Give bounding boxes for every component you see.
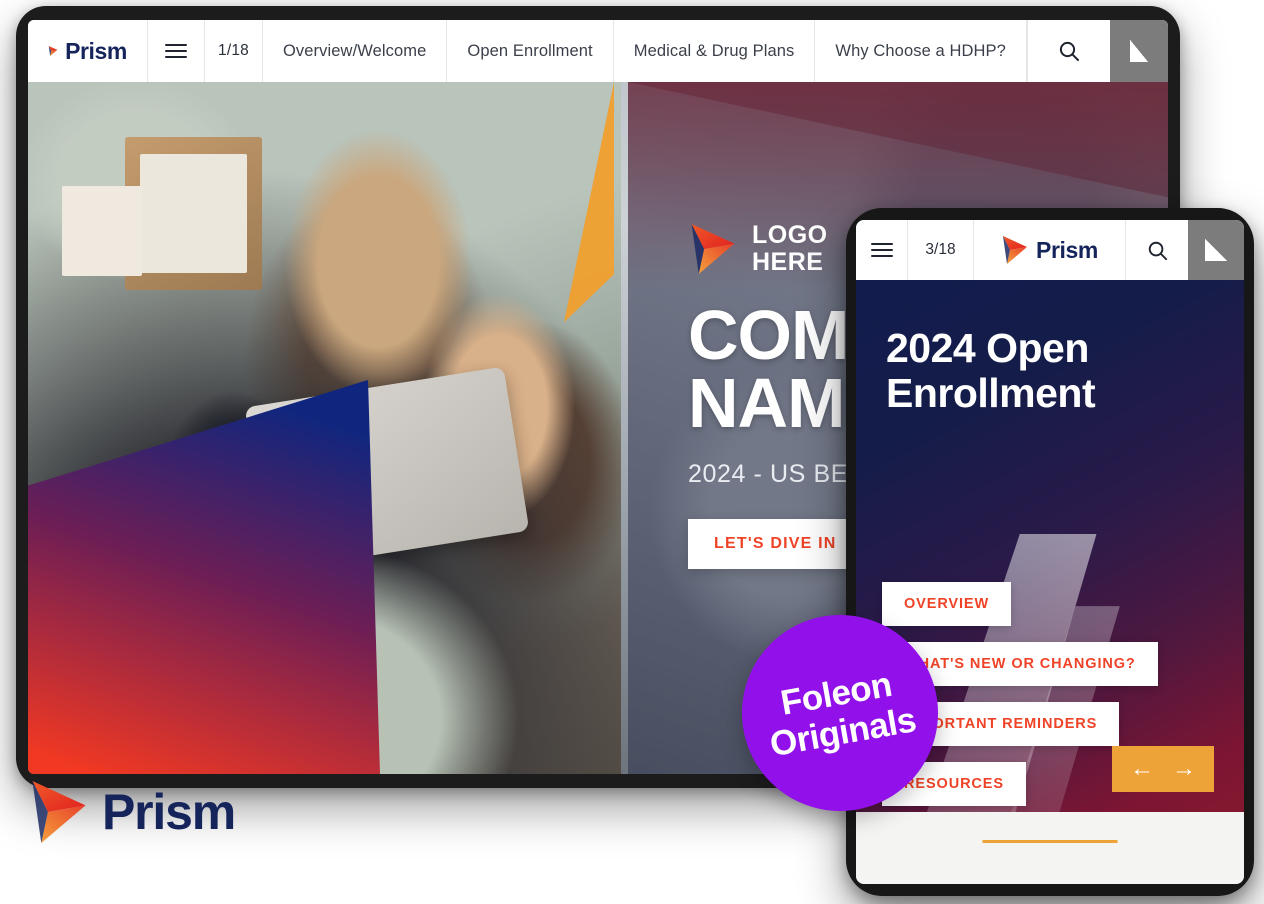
mobile-search-button[interactable] (1126, 220, 1188, 280)
screenshot-stage: Prism 1/18 Overview/Welcome Open Enrollm… (0, 0, 1264, 904)
tablet-brand-logo[interactable]: Prism (28, 20, 148, 82)
hero-logo-line1: LOGO (752, 221, 828, 249)
mobile-brand-logo[interactable]: Prism (974, 220, 1126, 280)
mobile-content: 2024 Open Enrollment OVERVIEW WHAT'S NEW… (856, 280, 1244, 884)
arrow-right-icon[interactable]: → (1172, 757, 1196, 781)
prism-logo-icon (32, 781, 86, 843)
decor-triangle-bluered (28, 379, 380, 774)
mobile-device-frame: 3/18 Prism 2024 Open Enrollment OVERVIEW… (846, 208, 1254, 896)
tablet-brand-name: Prism (65, 37, 127, 64)
footer-brand: Prism (28, 778, 236, 846)
fullscreen-flip-icon (1205, 239, 1227, 261)
prism-logo-icon (691, 224, 735, 274)
mobile-page-title: 2024 Open Enrollment (886, 325, 1096, 417)
hamburger-menu-icon (870, 242, 893, 258)
progress-indicator (982, 840, 1118, 843)
mobile-brand-name: Prism (1036, 236, 1098, 263)
search-icon (1059, 41, 1079, 61)
mobile-page-indicator: 3/18 (908, 220, 974, 280)
tablet-search-button[interactable] (1028, 20, 1110, 82)
mobile-fullscreen-button[interactable] (1188, 220, 1244, 280)
badge-text: Foleon Originals (761, 662, 919, 763)
tablet-page-indicator: 1/18 (205, 20, 263, 82)
mobile-pager-controls: ← → (1112, 746, 1214, 792)
tablet-fullscreen-button[interactable] (1110, 20, 1168, 82)
tab-why-choose-hdhp[interactable]: Why Choose a HDHP? (815, 20, 1027, 82)
tab-medical-drug-plans[interactable]: Medical & Drug Plans (614, 20, 816, 82)
lets-dive-in-button[interactable]: LET'S DIVE IN (688, 518, 863, 569)
search-icon (1148, 241, 1167, 260)
arrow-left-icon[interactable]: ← (1130, 757, 1154, 781)
mobile-menu-button[interactable] (856, 220, 908, 280)
decor-triangle-orange (564, 82, 614, 323)
mobile-topbar: 3/18 Prism (856, 220, 1244, 280)
footer-brand-name: Prism (102, 784, 236, 840)
tablet-menu-button[interactable] (148, 20, 205, 82)
hero-logo-line2: HERE (752, 248, 824, 276)
prism-logo-icon (1003, 236, 1028, 264)
tablet-topbar: Prism 1/18 Overview/Welcome Open Enrollm… (28, 20, 1168, 82)
foleon-originals-badge[interactable]: Foleon Originals (742, 615, 938, 811)
mobile-screen: 3/18 Prism 2024 Open Enrollment OVERVIEW… (856, 220, 1244, 884)
tab-open-enrollment[interactable]: Open Enrollment (447, 20, 614, 82)
fullscreen-flip-icon (1130, 40, 1148, 62)
mobile-footer (856, 812, 1244, 884)
hamburger-menu-icon (165, 43, 187, 59)
tab-overview-welcome[interactable]: Overview/Welcome (263, 20, 448, 82)
hero-logo-text: LOGO HERE (752, 222, 828, 276)
menu-item-overview[interactable]: OVERVIEW (882, 582, 1012, 626)
prism-logo-icon (48, 45, 58, 57)
